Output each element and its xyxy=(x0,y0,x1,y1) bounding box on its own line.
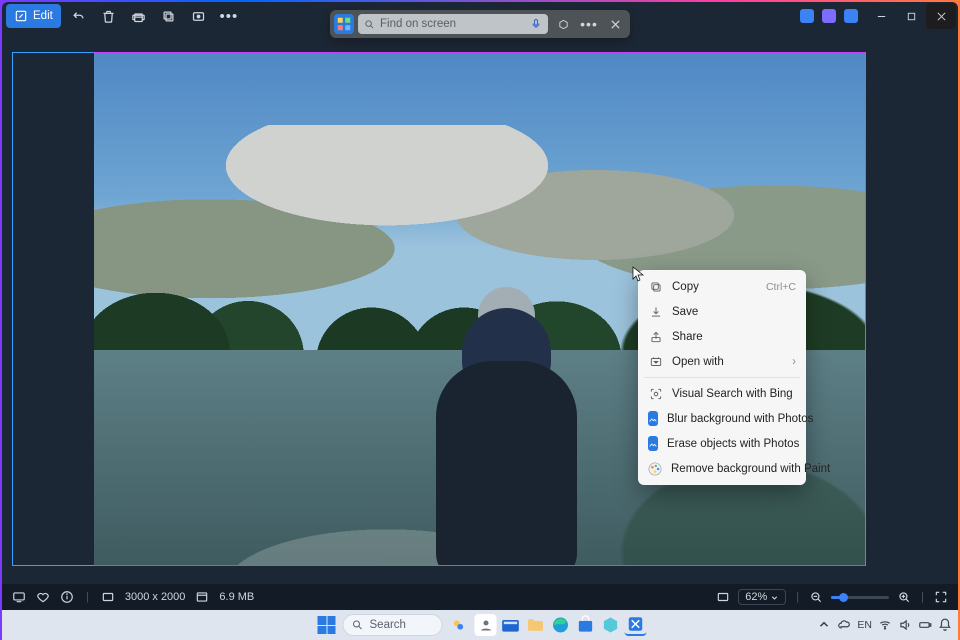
favorite-icon[interactable] xyxy=(36,590,50,604)
ctx-save[interactable]: Save xyxy=(642,299,802,324)
ctx-copy[interactable]: Copy Ctrl+C xyxy=(642,274,802,299)
chevron-down-icon xyxy=(770,593,779,602)
taskbar-store[interactable] xyxy=(575,614,597,636)
zoom-in-button[interactable] xyxy=(897,590,911,604)
taskbar-app-5[interactable] xyxy=(600,614,622,636)
photos-app-icon xyxy=(648,436,658,451)
edit-button-label: Edit xyxy=(33,10,53,22)
taskbar-app-2[interactable] xyxy=(500,614,522,636)
tray-wifi-icon[interactable] xyxy=(878,618,892,632)
print-button[interactable] xyxy=(127,4,151,28)
system-tray: EN xyxy=(817,618,952,632)
tray-lang[interactable]: EN xyxy=(857,619,872,631)
tray-notification-icon[interactable] xyxy=(938,618,952,632)
taskbar-snipping-tool[interactable] xyxy=(625,614,647,636)
find-on-screen-bar: Find on screen ••• xyxy=(330,10,630,38)
search-more-button[interactable]: ••• xyxy=(578,14,600,34)
ctx-remove-background[interactable]: Remove background with Paint xyxy=(642,456,802,481)
copy-icon xyxy=(648,279,663,294)
ctx-visual-search[interactable]: Visual Search with Bing xyxy=(642,381,802,406)
record-button[interactable] xyxy=(187,4,211,28)
search-input[interactable]: Find on screen xyxy=(358,14,548,34)
mic-icon[interactable] xyxy=(530,18,542,30)
header-icon-1[interactable] xyxy=(800,9,814,23)
save-icon xyxy=(648,304,663,319)
dimensions-icon xyxy=(101,590,115,604)
image-dimensions: 3000 x 2000 xyxy=(125,591,186,603)
paint-app-icon xyxy=(648,461,662,476)
filesize-icon xyxy=(195,590,209,604)
open-with-icon xyxy=(648,354,663,369)
taskbar-copilot[interactable] xyxy=(446,613,472,637)
search-extra-button[interactable] xyxy=(552,14,574,34)
mouse-cursor xyxy=(632,266,644,282)
tray-volume-icon[interactable] xyxy=(898,618,912,632)
snipping-tool-window: Edit ••• xyxy=(2,2,958,610)
tray-onedrive-icon[interactable] xyxy=(837,618,851,632)
device-icon[interactable] xyxy=(12,590,26,604)
delete-button[interactable] xyxy=(97,4,121,28)
search-icon xyxy=(364,19,375,30)
context-menu: Copy Ctrl+C Save Share Open with › Visua… xyxy=(638,270,806,485)
tray-chevron-icon[interactable] xyxy=(817,618,831,632)
share-icon xyxy=(648,329,663,344)
start-button[interactable] xyxy=(314,613,340,637)
search-placeholder: Find on screen xyxy=(380,18,456,30)
visual-search-icon xyxy=(648,386,663,401)
window-controls xyxy=(866,2,958,30)
zoom-slider[interactable] xyxy=(831,596,889,599)
search-app-icon xyxy=(334,14,354,34)
fit-icon[interactable] xyxy=(716,590,730,604)
taskbar-search[interactable]: Search xyxy=(343,614,443,636)
zoom-out-button[interactable] xyxy=(809,590,823,604)
taskbar-explorer[interactable] xyxy=(525,614,547,636)
ctx-open-with[interactable]: Open with › xyxy=(642,349,802,374)
header-app-icons xyxy=(800,2,858,30)
info-icon[interactable] xyxy=(60,590,74,604)
ctx-blur-background[interactable]: Blur background with Photos xyxy=(642,406,802,431)
minimize-button[interactable] xyxy=(866,3,896,29)
search-close-button[interactable] xyxy=(604,14,626,34)
photos-app-icon xyxy=(648,411,658,426)
chevron-right-icon: › xyxy=(792,356,796,368)
close-button[interactable] xyxy=(926,3,956,29)
fullscreen-button[interactable] xyxy=(934,590,948,604)
windows-taskbar: Search EN xyxy=(2,610,958,640)
tray-battery-icon[interactable] xyxy=(918,618,932,632)
undo-button[interactable] xyxy=(67,4,91,28)
file-size: 6.9 MB xyxy=(219,591,254,603)
ctx-erase-objects[interactable]: Erase objects with Photos xyxy=(642,431,802,456)
search-icon xyxy=(352,619,364,631)
header-icon-3[interactable] xyxy=(844,9,858,23)
header-icon-2[interactable] xyxy=(822,9,836,23)
more-button[interactable]: ••• xyxy=(217,4,241,28)
taskbar-app-1[interactable] xyxy=(475,614,497,636)
maximize-button[interactable] xyxy=(896,3,926,29)
taskbar-edge[interactable] xyxy=(550,614,572,636)
edit-button[interactable]: Edit xyxy=(6,4,61,28)
status-bar: | 3000 x 2000 6.9 MB 62% | | xyxy=(2,584,958,610)
zoom-level[interactable]: 62% xyxy=(738,589,786,605)
ctx-share[interactable]: Share xyxy=(642,324,802,349)
copy-button[interactable] xyxy=(157,4,181,28)
